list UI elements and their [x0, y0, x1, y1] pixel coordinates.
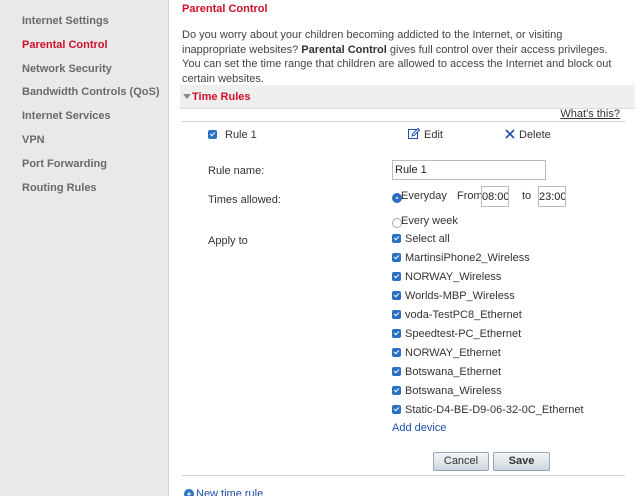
plus-icon: +: [184, 489, 194, 496]
device-label: Worlds-MBP_Wireless: [405, 290, 515, 302]
cancel-button[interactable]: Cancel: [433, 452, 489, 471]
intro-bold: Parental Control: [301, 43, 387, 56]
device-item[interactable]: NORWAY_Wireless: [392, 271, 584, 290]
device-label: NORWAY_Ethernet: [405, 347, 501, 359]
select-all-item[interactable]: Select all: [392, 233, 584, 252]
rule-header-label: Rule 1: [225, 129, 257, 141]
save-button[interactable]: Save: [493, 452, 550, 471]
edit-icon[interactable]: [408, 128, 420, 140]
device-item[interactable]: MartinsiPhone2_Wireless: [392, 252, 584, 271]
device-checkbox[interactable]: [392, 310, 401, 319]
divider: [182, 121, 625, 122]
times-allowed-label: Times allowed:: [208, 194, 281, 206]
sidebar-item-port-forwarding[interactable]: Port Forwarding: [0, 153, 168, 177]
time-to-input[interactable]: [538, 186, 566, 207]
device-list: Select all MartinsiPhone2_Wireless NORWA…: [392, 233, 584, 423]
device-item[interactable]: Botswana_Ethernet: [392, 366, 584, 385]
divider: [182, 475, 625, 476]
rule-enabled-checkbox[interactable]: [208, 130, 217, 139]
device-label: Static-D4-BE-D9-06-32-0C_Ethernet: [405, 404, 584, 416]
new-time-rule-link[interactable]: + New time rule: [184, 488, 263, 496]
sidebar-item-network-security[interactable]: Network Security: [0, 58, 168, 82]
time-rules-section-header[interactable]: Time Rules: [180, 85, 635, 109]
edit-button[interactable]: Edit: [424, 129, 443, 141]
device-item[interactable]: Botswana_Wireless: [392, 385, 584, 404]
device-checkbox[interactable]: [392, 291, 401, 300]
to-label: to: [522, 190, 532, 202]
device-label: voda-TestPC8_Ethernet: [405, 309, 522, 321]
device-item[interactable]: Speedtest-PC_Ethernet: [392, 328, 584, 347]
device-label: NORWAY_Wireless: [405, 271, 502, 283]
device-item[interactable]: NORWAY_Ethernet: [392, 347, 584, 366]
intro-text: Do you worry about your children becomin…: [182, 28, 627, 86]
device-label: Botswana_Wireless: [405, 385, 502, 397]
delete-button[interactable]: Delete: [519, 129, 551, 141]
device-label: Speedtest-PC_Ethernet: [405, 328, 522, 340]
from-label: From: [457, 190, 483, 202]
collapse-arrow-icon: [183, 94, 191, 99]
section-title: Time Rules: [192, 91, 251, 103]
sidebar-item-parental-control[interactable]: Parental Control: [0, 34, 168, 58]
add-device-link[interactable]: Add device: [392, 422, 446, 434]
page-title: Parental Control: [182, 3, 268, 15]
apply-to-label: Apply to: [208, 235, 248, 247]
everyweek-label: Every week: [401, 215, 458, 227]
sidebar-item-internet-services[interactable]: Internet Services: [0, 105, 168, 129]
device-item[interactable]: voda-TestPC8_Ethernet: [392, 309, 584, 328]
device-label: Botswana_Ethernet: [405, 366, 502, 378]
new-time-rule-label: New time rule: [196, 488, 264, 496]
whats-this-link[interactable]: What's this?: [560, 108, 620, 120]
device-item[interactable]: Static-D4-BE-D9-06-32-0C_Ethernet: [392, 404, 584, 423]
rule-name-label: Rule name:: [208, 165, 265, 177]
sidebar-item-routing-rules[interactable]: Routing Rules: [0, 177, 168, 201]
device-label: Select all: [405, 233, 450, 245]
device-label: MartinsiPhone2_Wireless: [405, 252, 530, 264]
sidebar: Internet Settings Parental Control Netwo…: [0, 0, 169, 496]
device-checkbox[interactable]: [392, 367, 401, 376]
select-all-checkbox[interactable]: [392, 234, 401, 243]
device-checkbox[interactable]: [392, 405, 401, 414]
everyday-label: Everyday: [401, 190, 447, 202]
device-checkbox[interactable]: [392, 386, 401, 395]
rule-name-input[interactable]: [392, 160, 546, 180]
device-item[interactable]: Worlds-MBP_Wireless: [392, 290, 584, 309]
device-checkbox[interactable]: [392, 329, 401, 338]
device-checkbox[interactable]: [392, 272, 401, 281]
sidebar-item-bandwidth-controls[interactable]: Bandwidth Controls (QoS): [0, 81, 168, 105]
delete-icon[interactable]: [505, 129, 515, 139]
sidebar-item-internet-settings[interactable]: Internet Settings: [0, 10, 168, 34]
device-checkbox[interactable]: [392, 348, 401, 357]
main-content: Parental Control Do you worry about your…: [170, 0, 640, 496]
sidebar-item-vpn[interactable]: VPN: [0, 129, 168, 153]
time-from-input[interactable]: [481, 186, 509, 207]
device-checkbox[interactable]: [392, 253, 401, 262]
